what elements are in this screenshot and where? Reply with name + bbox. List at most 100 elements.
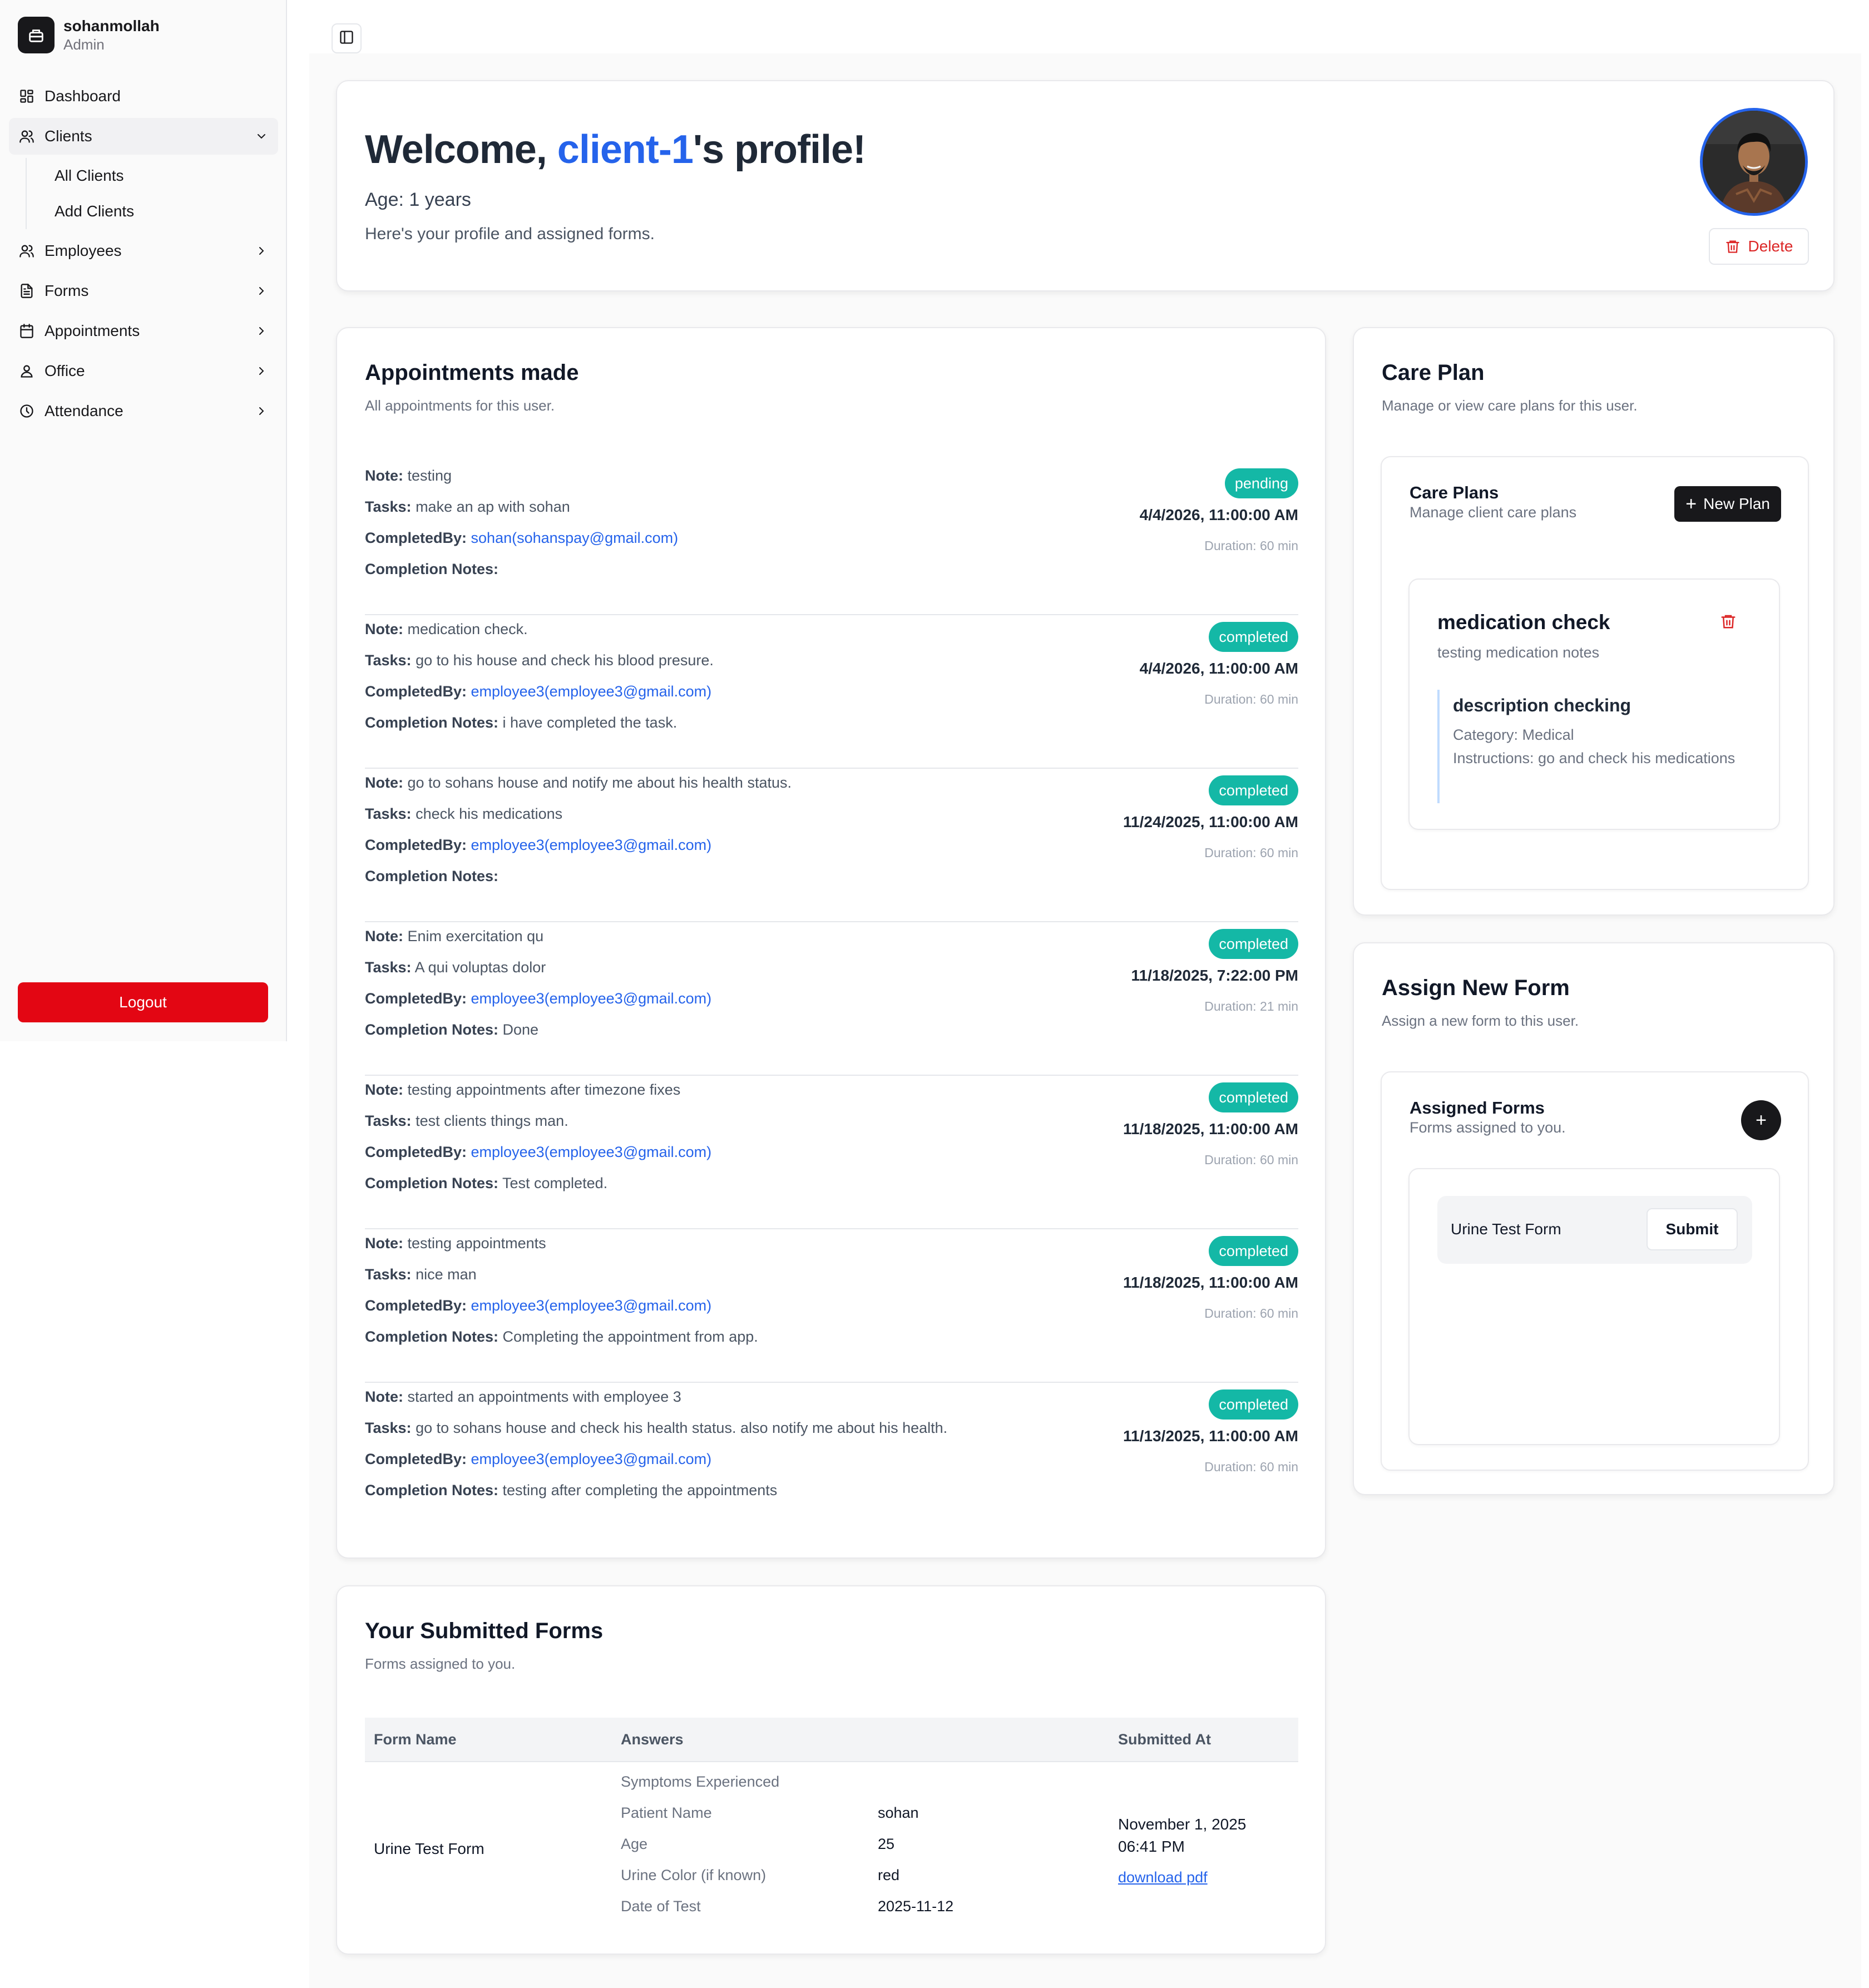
field-label: CompletedBy: bbox=[365, 837, 467, 853]
new-plan-button[interactable]: + New Plan bbox=[1674, 486, 1781, 522]
logout-button[interactable]: Logout bbox=[18, 982, 268, 1022]
field-label: Note: bbox=[365, 1388, 403, 1405]
sidebar-toggle-button[interactable] bbox=[332, 23, 362, 53]
answer-question: Patient Name bbox=[621, 1804, 712, 1821]
completed-by-link[interactable]: employee3(employee3@gmail.com) bbox=[471, 1297, 712, 1314]
field-label: Completion Notes: bbox=[365, 561, 498, 577]
appointment-duration: Duration: 60 min bbox=[1204, 692, 1298, 706]
status-badge: completed bbox=[1209, 775, 1298, 805]
field-label: Tasks: bbox=[365, 1112, 412, 1129]
care-plan-description: Manage or view care plans for this user. bbox=[1382, 397, 1638, 414]
assigned-forms-panel: Assigned Forms Forms assigned to you. + … bbox=[1381, 1071, 1809, 1471]
trash-icon bbox=[1725, 239, 1741, 254]
avatar-photo bbox=[1703, 111, 1805, 213]
answer-question: Symptoms Experienced bbox=[621, 1773, 780, 1790]
assign-form-description: Assign a new form to this user. bbox=[1382, 1012, 1579, 1029]
field-value: started an appointments with employee 3 bbox=[407, 1388, 681, 1405]
appointment-duration: Duration: 60 min bbox=[1204, 1306, 1298, 1321]
completed-by-link[interactable]: employee3(employee3@gmail.com) bbox=[471, 1144, 712, 1160]
table-row: Urine Test Form Symptoms Experienced Pat… bbox=[365, 1762, 1298, 1929]
appointments-card: Appointments made All appointments for t… bbox=[336, 327, 1326, 1559]
appointment-note: Note: Enim exercitation qu bbox=[365, 928, 543, 945]
users-icon bbox=[18, 242, 36, 260]
chevron-right-icon bbox=[254, 363, 269, 379]
task-title: description checking bbox=[1453, 695, 1631, 715]
field-value: A qui voluptas dolor bbox=[414, 959, 546, 976]
field-label: CompletedBy: bbox=[365, 1297, 467, 1314]
client-name: client-1 bbox=[557, 127, 694, 172]
appointment-completed-by: CompletedBy: employee3(employee3@gmail.c… bbox=[365, 1451, 711, 1468]
brand-name: sohanmollah bbox=[63, 17, 160, 34]
field-label: Completion Notes: bbox=[365, 1482, 498, 1499]
answer-row: Age 25 bbox=[621, 1836, 894, 1853]
chevron-down-icon bbox=[254, 128, 269, 144]
trash-icon[interactable] bbox=[1720, 613, 1737, 630]
completed-by-link[interactable]: employee3(employee3@gmail.com) bbox=[471, 990, 712, 1007]
assigned-forms-list: Urine Test Form Submit bbox=[1408, 1168, 1780, 1445]
sidebar-item-employees[interactable]: Employees bbox=[9, 233, 278, 269]
field-label: Tasks: bbox=[365, 959, 412, 976]
field-label: Completion Notes: bbox=[365, 868, 498, 884]
delete-client-button[interactable]: Delete bbox=[1709, 228, 1809, 265]
submit-form-button[interactable]: Submit bbox=[1646, 1208, 1738, 1250]
clients-submenu: All Clients Add Clients bbox=[26, 158, 278, 229]
completed-by-link[interactable]: employee3(employee3@gmail.com) bbox=[471, 837, 712, 853]
field-value: go to sohans house and notify me about h… bbox=[407, 774, 792, 791]
new-plan-label: New Plan bbox=[1703, 495, 1770, 512]
appointment-item: Note: testing appointments after timezon… bbox=[365, 1076, 1298, 1229]
sidebar-item-attendance[interactable]: Attendance bbox=[9, 393, 278, 429]
appointment-datetime: 4/4/2026, 11:00:00 AM bbox=[1139, 660, 1298, 677]
sidebar-item-forms[interactable]: Forms bbox=[9, 273, 278, 309]
answer-question: Age bbox=[621, 1836, 648, 1852]
appointment-datetime: 11/18/2025, 7:22:00 PM bbox=[1131, 967, 1298, 984]
field-label: Note: bbox=[365, 774, 403, 791]
care-plans-panel: Care Plans Manage client care plans + Ne… bbox=[1381, 456, 1809, 890]
field-label: Tasks: bbox=[365, 498, 412, 515]
care-plan-card: Care Plan Manage or view care plans for … bbox=[1353, 327, 1835, 916]
sidebar-item-clients[interactable]: Clients bbox=[9, 118, 278, 155]
completed-by-link[interactable]: employee3(employee3@gmail.com) bbox=[471, 1451, 712, 1467]
assign-form-card: Assign New Form Assign a new form to thi… bbox=[1353, 942, 1835, 1495]
field-value: i have completed the task. bbox=[502, 714, 678, 731]
care-plan-item[interactable]: medication check testing medication note… bbox=[1408, 578, 1780, 830]
field-value: testing after completing the appointment… bbox=[502, 1482, 778, 1499]
delete-label: Delete bbox=[1748, 238, 1793, 255]
sidebar-item-label: Attendance bbox=[44, 402, 123, 419]
sidebar-toggle-icon bbox=[339, 29, 354, 48]
field-label: Note: bbox=[365, 621, 403, 637]
submitted-forms-table: Form Name Answers Submitted At Urine Tes… bbox=[365, 1718, 1298, 1929]
field-value: nice man bbox=[416, 1266, 477, 1283]
appointment-completed-by: CompletedBy: employee3(employee3@gmail.c… bbox=[365, 1144, 711, 1161]
completed-by-link[interactable]: sohan(sohanspay@gmail.com) bbox=[471, 530, 679, 546]
appointment-completion-notes: Completion Notes: testing after completi… bbox=[365, 1482, 777, 1499]
app-logo-icon bbox=[18, 17, 55, 53]
appointment-tasks: Tasks: check his medications bbox=[365, 805, 562, 823]
sidebar-subitem-add-clients[interactable]: Add Clients bbox=[55, 194, 278, 229]
appointment-completed-by: CompletedBy: employee3(employee3@gmail.c… bbox=[365, 1297, 711, 1314]
field-label: CompletedBy: bbox=[365, 683, 467, 700]
field-label: CompletedBy: bbox=[365, 990, 467, 1007]
appointment-tasks: Tasks: nice man bbox=[365, 1266, 477, 1283]
care-plan-notes: testing medication notes bbox=[1437, 644, 1600, 661]
sidebar-subitem-all-clients[interactable]: All Clients bbox=[55, 158, 278, 194]
field-label: Completion Notes: bbox=[365, 1021, 498, 1038]
appointment-completed-by: CompletedBy: sohan(sohanspay@gmail.com) bbox=[365, 530, 678, 547]
field-label: Completion Notes: bbox=[365, 714, 498, 731]
appointment-item: Note: Enim exercitation qu Tasks: A qui v… bbox=[365, 922, 1298, 1076]
list-item: Urine Test Form Submit bbox=[1437, 1196, 1752, 1264]
profile-header-card: Welcome, client-1's profile! Age: 1 year… bbox=[336, 80, 1835, 291]
add-form-button[interactable]: + bbox=[1741, 1100, 1781, 1140]
brand[interactable]: sohanmollah Admin bbox=[18, 17, 160, 53]
download-pdf-link[interactable]: download pdf bbox=[1118, 1869, 1208, 1886]
answer-value: sohan bbox=[878, 1804, 919, 1821]
sidebar-item-office[interactable]: Office bbox=[9, 353, 278, 389]
clock-icon bbox=[18, 402, 36, 420]
sidebar-item-dashboard[interactable]: Dashboard bbox=[9, 78, 278, 115]
answer-value: red bbox=[878, 1867, 900, 1883]
sidebar-item-label: Forms bbox=[44, 282, 89, 299]
field-value: Completing the appointment from app. bbox=[502, 1328, 758, 1345]
sidebar-item-appointments[interactable]: Appointments bbox=[9, 313, 278, 349]
answer-row: Symptoms Experienced bbox=[621, 1773, 779, 1791]
appointment-completion-notes: Completion Notes: i have completed the t… bbox=[365, 714, 677, 731]
completed-by-link[interactable]: employee3(employee3@gmail.com) bbox=[471, 683, 712, 700]
